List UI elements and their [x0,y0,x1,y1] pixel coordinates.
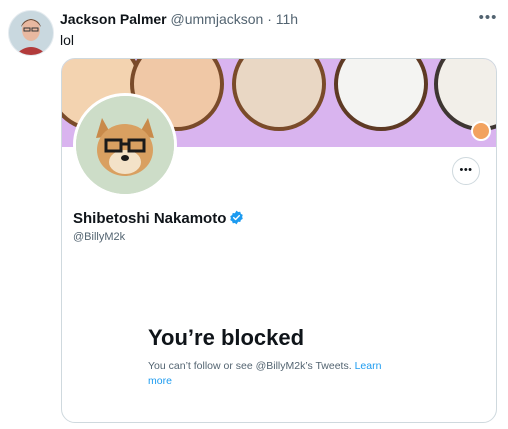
tweet-text: lol [60,32,75,48]
author-avatar[interactable] [8,10,54,56]
profile-card[interactable]: ••• Shibetoshi Nakamoto @BillyM2k You’re… [61,58,497,423]
banner-doge-face [434,59,496,131]
tweet-header: Jackson Palmer @ummjackson · 11h [60,10,298,28]
profile-avatar[interactable] [73,93,177,197]
verified-badge-icon [229,210,244,225]
banner-doge-face [232,59,326,131]
banner-skull-badge-icon [471,121,491,141]
profile-display-name: Shibetoshi Nakamoto [73,210,227,227]
more-options-icon[interactable]: ••• [476,8,500,30]
blocked-title: You’re blocked [148,325,305,350]
profile-more-icon[interactable]: ••• [452,157,480,185]
author-name[interactable]: Jackson Palmer [60,11,167,27]
tweet-time[interactable]: 11h [276,11,298,27]
banner-doge-face [334,59,428,131]
tweet[interactable]: Jackson Palmer @ummjackson · 11h ••• lol [0,0,508,429]
blocked-description: You can’t follow or see @BillyM2k’s Twee… [148,359,406,389]
author-handle[interactable]: @ummjackson [171,11,264,27]
blocked-text: You can’t follow or see @BillyM2k’s Twee… [148,360,355,372]
profile-handle: @BillyM2k [73,231,126,243]
header-separator: · [263,11,276,27]
